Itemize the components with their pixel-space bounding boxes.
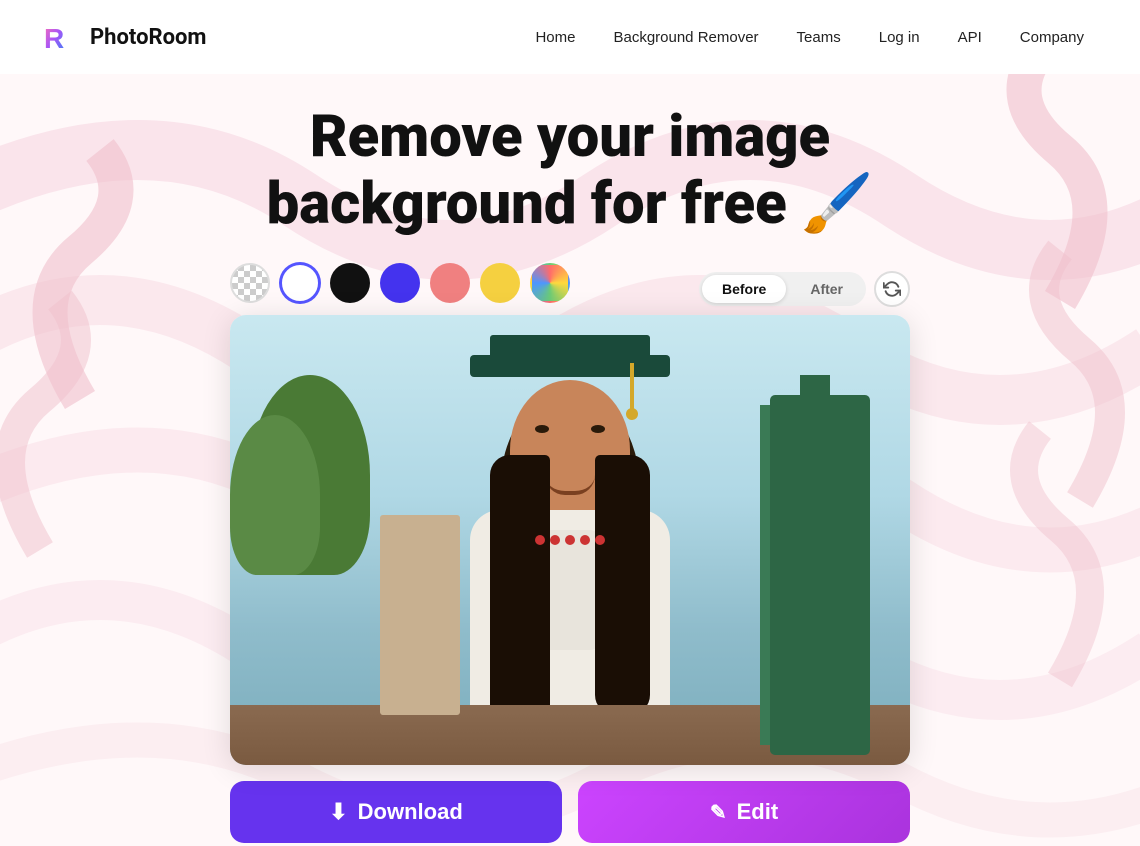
- edit-icon: ✎: [710, 800, 727, 825]
- eye-right: [591, 425, 605, 433]
- logo[interactable]: R PhotoRoom: [40, 16, 206, 58]
- refresh-icon: [883, 280, 901, 298]
- eye-left: [535, 425, 549, 433]
- nav-login[interactable]: Log in: [863, 21, 936, 54]
- logo-icon: R: [40, 16, 82, 58]
- download-label: Download: [358, 799, 463, 825]
- swatch-transparent[interactable]: [230, 263, 270, 303]
- smile: [545, 475, 595, 495]
- swatch-multicolor[interactable]: [530, 263, 570, 303]
- editor-area: Before After: [0, 263, 1140, 843]
- image-container: [230, 315, 910, 765]
- hero-title: Remove your image background for free 🖌️: [20, 104, 1120, 237]
- tassel-end: [626, 408, 638, 420]
- hair-right: [595, 455, 650, 715]
- cap-brim: [470, 355, 670, 377]
- nav-api[interactable]: API: [942, 21, 998, 54]
- bead-2: [550, 535, 560, 545]
- toggle-group: Before After: [699, 272, 866, 306]
- photo-display: [230, 315, 910, 765]
- controls-row: Before After: [230, 263, 910, 315]
- nav-bg-remover[interactable]: Background Remover: [597, 21, 774, 54]
- swatch-black[interactable]: [330, 263, 370, 303]
- refresh-button[interactable]: [874, 271, 910, 307]
- tree-left2: [230, 415, 320, 575]
- download-icon: ⬇: [329, 799, 347, 825]
- bead-5: [595, 535, 605, 545]
- building: [380, 515, 460, 715]
- toggle-before[interactable]: Before: [702, 275, 786, 303]
- edit-label: Edit: [737, 799, 779, 825]
- color-swatches: [230, 263, 570, 303]
- nav-company[interactable]: Company: [1004, 21, 1100, 54]
- nav-teams[interactable]: Teams: [781, 21, 857, 54]
- nav-home[interactable]: Home: [519, 21, 591, 54]
- svg-text:R: R: [44, 23, 64, 54]
- necklace: [535, 535, 605, 545]
- cap-tassel: [630, 363, 634, 413]
- swatch-purple[interactable]: [380, 263, 420, 303]
- fence-main: [770, 395, 870, 755]
- hero-section: Remove your image background for free 🖌️: [0, 74, 1140, 263]
- bead-4: [580, 535, 590, 545]
- hero-title-line1: Remove your image: [310, 103, 830, 171]
- action-buttons: ⬇ Download ✎ Edit: [230, 781, 910, 843]
- before-after-controls: Before After: [699, 271, 910, 307]
- navbar: R PhotoRoom Home Background Remover Team…: [0, 0, 1140, 74]
- swatch-yellow[interactable]: [480, 263, 520, 303]
- toggle-after[interactable]: After: [790, 275, 863, 303]
- swatch-pink[interactable]: [430, 263, 470, 303]
- hero-title-line2: background for free 🖌️: [267, 170, 874, 238]
- nav-links: Home Background Remover Teams Log in API…: [519, 21, 1100, 54]
- logo-text: PhotoRoom: [90, 25, 206, 50]
- swatch-white[interactable]: [280, 263, 320, 303]
- bead-3: [565, 535, 575, 545]
- edit-button[interactable]: ✎ Edit: [578, 781, 910, 843]
- hair-left: [490, 455, 550, 735]
- bead-1: [535, 535, 545, 545]
- download-button[interactable]: ⬇ Download: [230, 781, 562, 843]
